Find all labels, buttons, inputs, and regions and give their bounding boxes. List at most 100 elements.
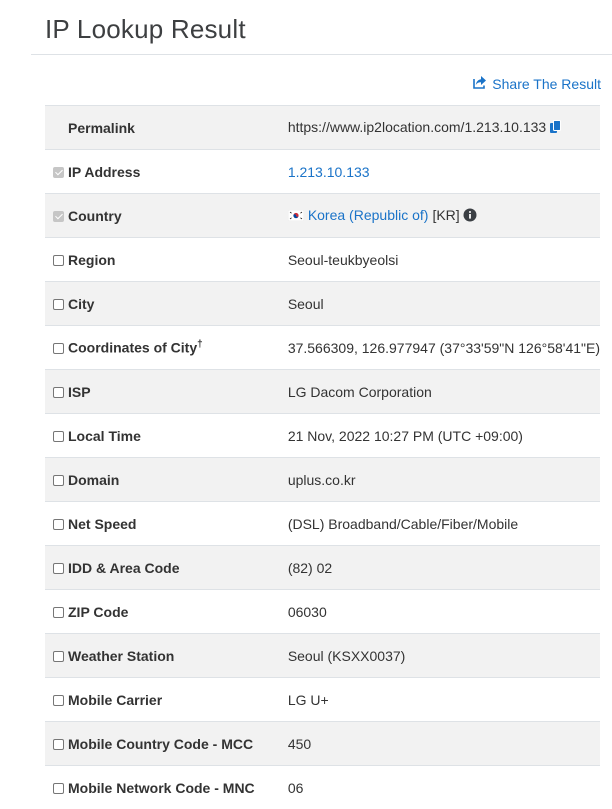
row-label-cell: Net Speed	[45, 501, 288, 546]
row-value: Seoul	[287, 295, 324, 312]
row-value-cell: 06	[287, 765, 600, 809]
share-label: Share The Result	[492, 75, 601, 92]
row-label-cell: Coordinates of City†	[45, 325, 288, 370]
result-row: Country Korea (Republic of) [KR]	[45, 193, 600, 238]
south-korea-flag-icon	[287, 208, 305, 224]
row-label-cell: Country	[45, 193, 288, 238]
row-label: IP Address	[68, 163, 141, 180]
row-label: Region	[68, 251, 116, 268]
row-label: Net Speed	[68, 515, 137, 532]
result-row: Net Speed (DSL) Broadband/Cable/Fiber/Mob…	[45, 501, 600, 546]
row-value-link[interactable]: 1.213.10.133	[288, 164, 370, 180]
footnote-marker: †	[197, 339, 203, 351]
result-row: City Seoul	[45, 281, 600, 326]
field-checkbox[interactable]	[53, 298, 64, 310]
result-row: ZIP Code 06030	[45, 589, 600, 634]
row-value: 450	[287, 735, 312, 752]
row-value-cell: (DSL) Broadband/Cable/Fiber/Mobile	[287, 501, 600, 546]
row-label-cell: ISP	[45, 369, 288, 414]
field-checkbox[interactable]	[53, 474, 64, 486]
page-title: IP Lookup Result	[45, 14, 246, 44]
row-label: Local Time	[68, 427, 141, 444]
row-label: City	[68, 295, 95, 312]
row-value-cell: uplus.co.kr	[287, 457, 600, 502]
row-value-cell: LG U+	[287, 677, 600, 722]
row-label: ISP	[68, 383, 91, 400]
row-label-cell: Permalink	[45, 105, 288, 150]
field-checkbox[interactable]	[53, 342, 64, 354]
row-label: Mobile Network Code - MNC	[68, 779, 255, 796]
field-checkbox	[53, 166, 64, 178]
result-row: IDD & Area Code (82) 02	[45, 545, 600, 590]
row-label: Mobile Carrier	[68, 691, 163, 708]
row-value: 06	[287, 779, 304, 796]
result-row: Mobile Carrier LG U+	[45, 677, 600, 722]
row-value: LG Dacom Corporation	[287, 383, 432, 400]
row-value-link[interactable]: Korea (Republic of)	[308, 207, 429, 223]
row-value: 06030	[287, 603, 327, 620]
row-value-cell: 06030	[287, 589, 600, 634]
row-value-cell: Seoul (KSXX0037)	[287, 633, 600, 678]
row-value: 21 Nov, 2022 10:27 PM (UTC +09:00)	[287, 427, 523, 444]
title-divider	[31, 54, 612, 55]
row-label-cell: Local Time	[45, 413, 288, 458]
row-value: Seoul (KSXX0037)	[287, 647, 406, 664]
field-checkbox[interactable]	[53, 430, 64, 442]
field-checkbox[interactable]	[53, 738, 64, 750]
field-checkbox[interactable]	[53, 650, 64, 662]
result-row: Mobile Network Code - MNC 06	[45, 765, 600, 809]
row-label-cell: IP Address	[45, 149, 288, 194]
row-value-cell: 1.213.10.133	[287, 149, 600, 194]
row-label: Country	[68, 207, 122, 224]
row-label: IDD & Area Code	[68, 559, 180, 576]
row-label-cell: Region	[45, 237, 288, 282]
result-row: Weather Station Seoul (KSXX0037)	[45, 633, 600, 678]
result-row: IP Address 1.213.10.133	[45, 149, 600, 194]
row-value-cell: https://www.ip2location.com/1.213.10.133	[287, 105, 600, 150]
field-checkbox[interactable]	[53, 386, 64, 398]
result-row: Permalink https://www.ip2location.com/1.2…	[45, 105, 600, 150]
row-value-cell: (82) 02	[287, 545, 600, 590]
row-label-cell: Mobile Country Code - MCC	[45, 721, 288, 766]
row-value: Seoul-teukbyeolsi	[287, 251, 399, 268]
row-label: Coordinates of City	[68, 339, 198, 356]
info-icon[interactable]	[463, 208, 477, 225]
row-label-cell: IDD & Area Code	[45, 545, 288, 590]
result-row: Region Seoul-teukbyeolsi	[45, 237, 600, 282]
row-label: Domain	[68, 471, 120, 488]
result-row: Local Time 21 Nov, 2022 10:27 PM (UTC +09…	[45, 413, 600, 458]
row-value: LG U+	[287, 691, 329, 708]
row-value: uplus.co.kr	[287, 471, 356, 488]
row-value: 37.566309, 126.977947 (37°33'59"N 126°58…	[287, 339, 600, 356]
share-result-link[interactable]: Share The Result	[472, 74, 601, 93]
field-checkbox[interactable]	[53, 694, 64, 706]
field-checkbox[interactable]	[53, 782, 64, 794]
field-checkbox[interactable]	[53, 606, 64, 618]
field-checkbox[interactable]	[53, 562, 64, 574]
row-value-cell: 37.566309, 126.977947 (37°33'59"N 126°58…	[287, 325, 600, 370]
row-value-cell: Korea (Republic of) [KR]	[287, 193, 600, 238]
row-label-cell: Mobile Network Code - MNC	[45, 765, 288, 809]
row-label: Permalink	[68, 119, 135, 136]
row-label-cell: Mobile Carrier	[45, 677, 288, 722]
copy-icon[interactable]	[549, 119, 562, 137]
field-checkbox[interactable]	[53, 254, 64, 266]
field-checkbox[interactable]	[53, 518, 64, 530]
row-label: Weather Station	[68, 647, 175, 664]
lookup-result-table: Permalink https://www.ip2location.com/1.2…	[45, 105, 600, 809]
country-code: [KR]	[432, 206, 460, 223]
row-value-cell: LG Dacom Corporation	[287, 369, 600, 414]
row-value-cell: Seoul	[287, 281, 600, 326]
result-row: Domain uplus.co.kr	[45, 457, 600, 502]
row-value-cell: 450	[287, 721, 600, 766]
row-label: Mobile Country Code - MCC	[68, 735, 254, 752]
permalink-url: https://www.ip2location.com/1.213.10.133	[287, 118, 547, 135]
row-value: (DSL) Broadband/Cable/Fiber/Mobile	[287, 515, 519, 532]
row-label-cell: Weather Station	[45, 633, 288, 678]
row-label-cell: ZIP Code	[45, 589, 288, 634]
row-value: (82) 02	[287, 559, 333, 576]
result-row: Mobile Country Code - MCC 450	[45, 721, 600, 766]
row-value-cell: 21 Nov, 2022 10:27 PM (UTC +09:00)	[287, 413, 600, 458]
row-label-cell: City	[45, 281, 288, 326]
row-label: ZIP Code	[68, 603, 129, 620]
